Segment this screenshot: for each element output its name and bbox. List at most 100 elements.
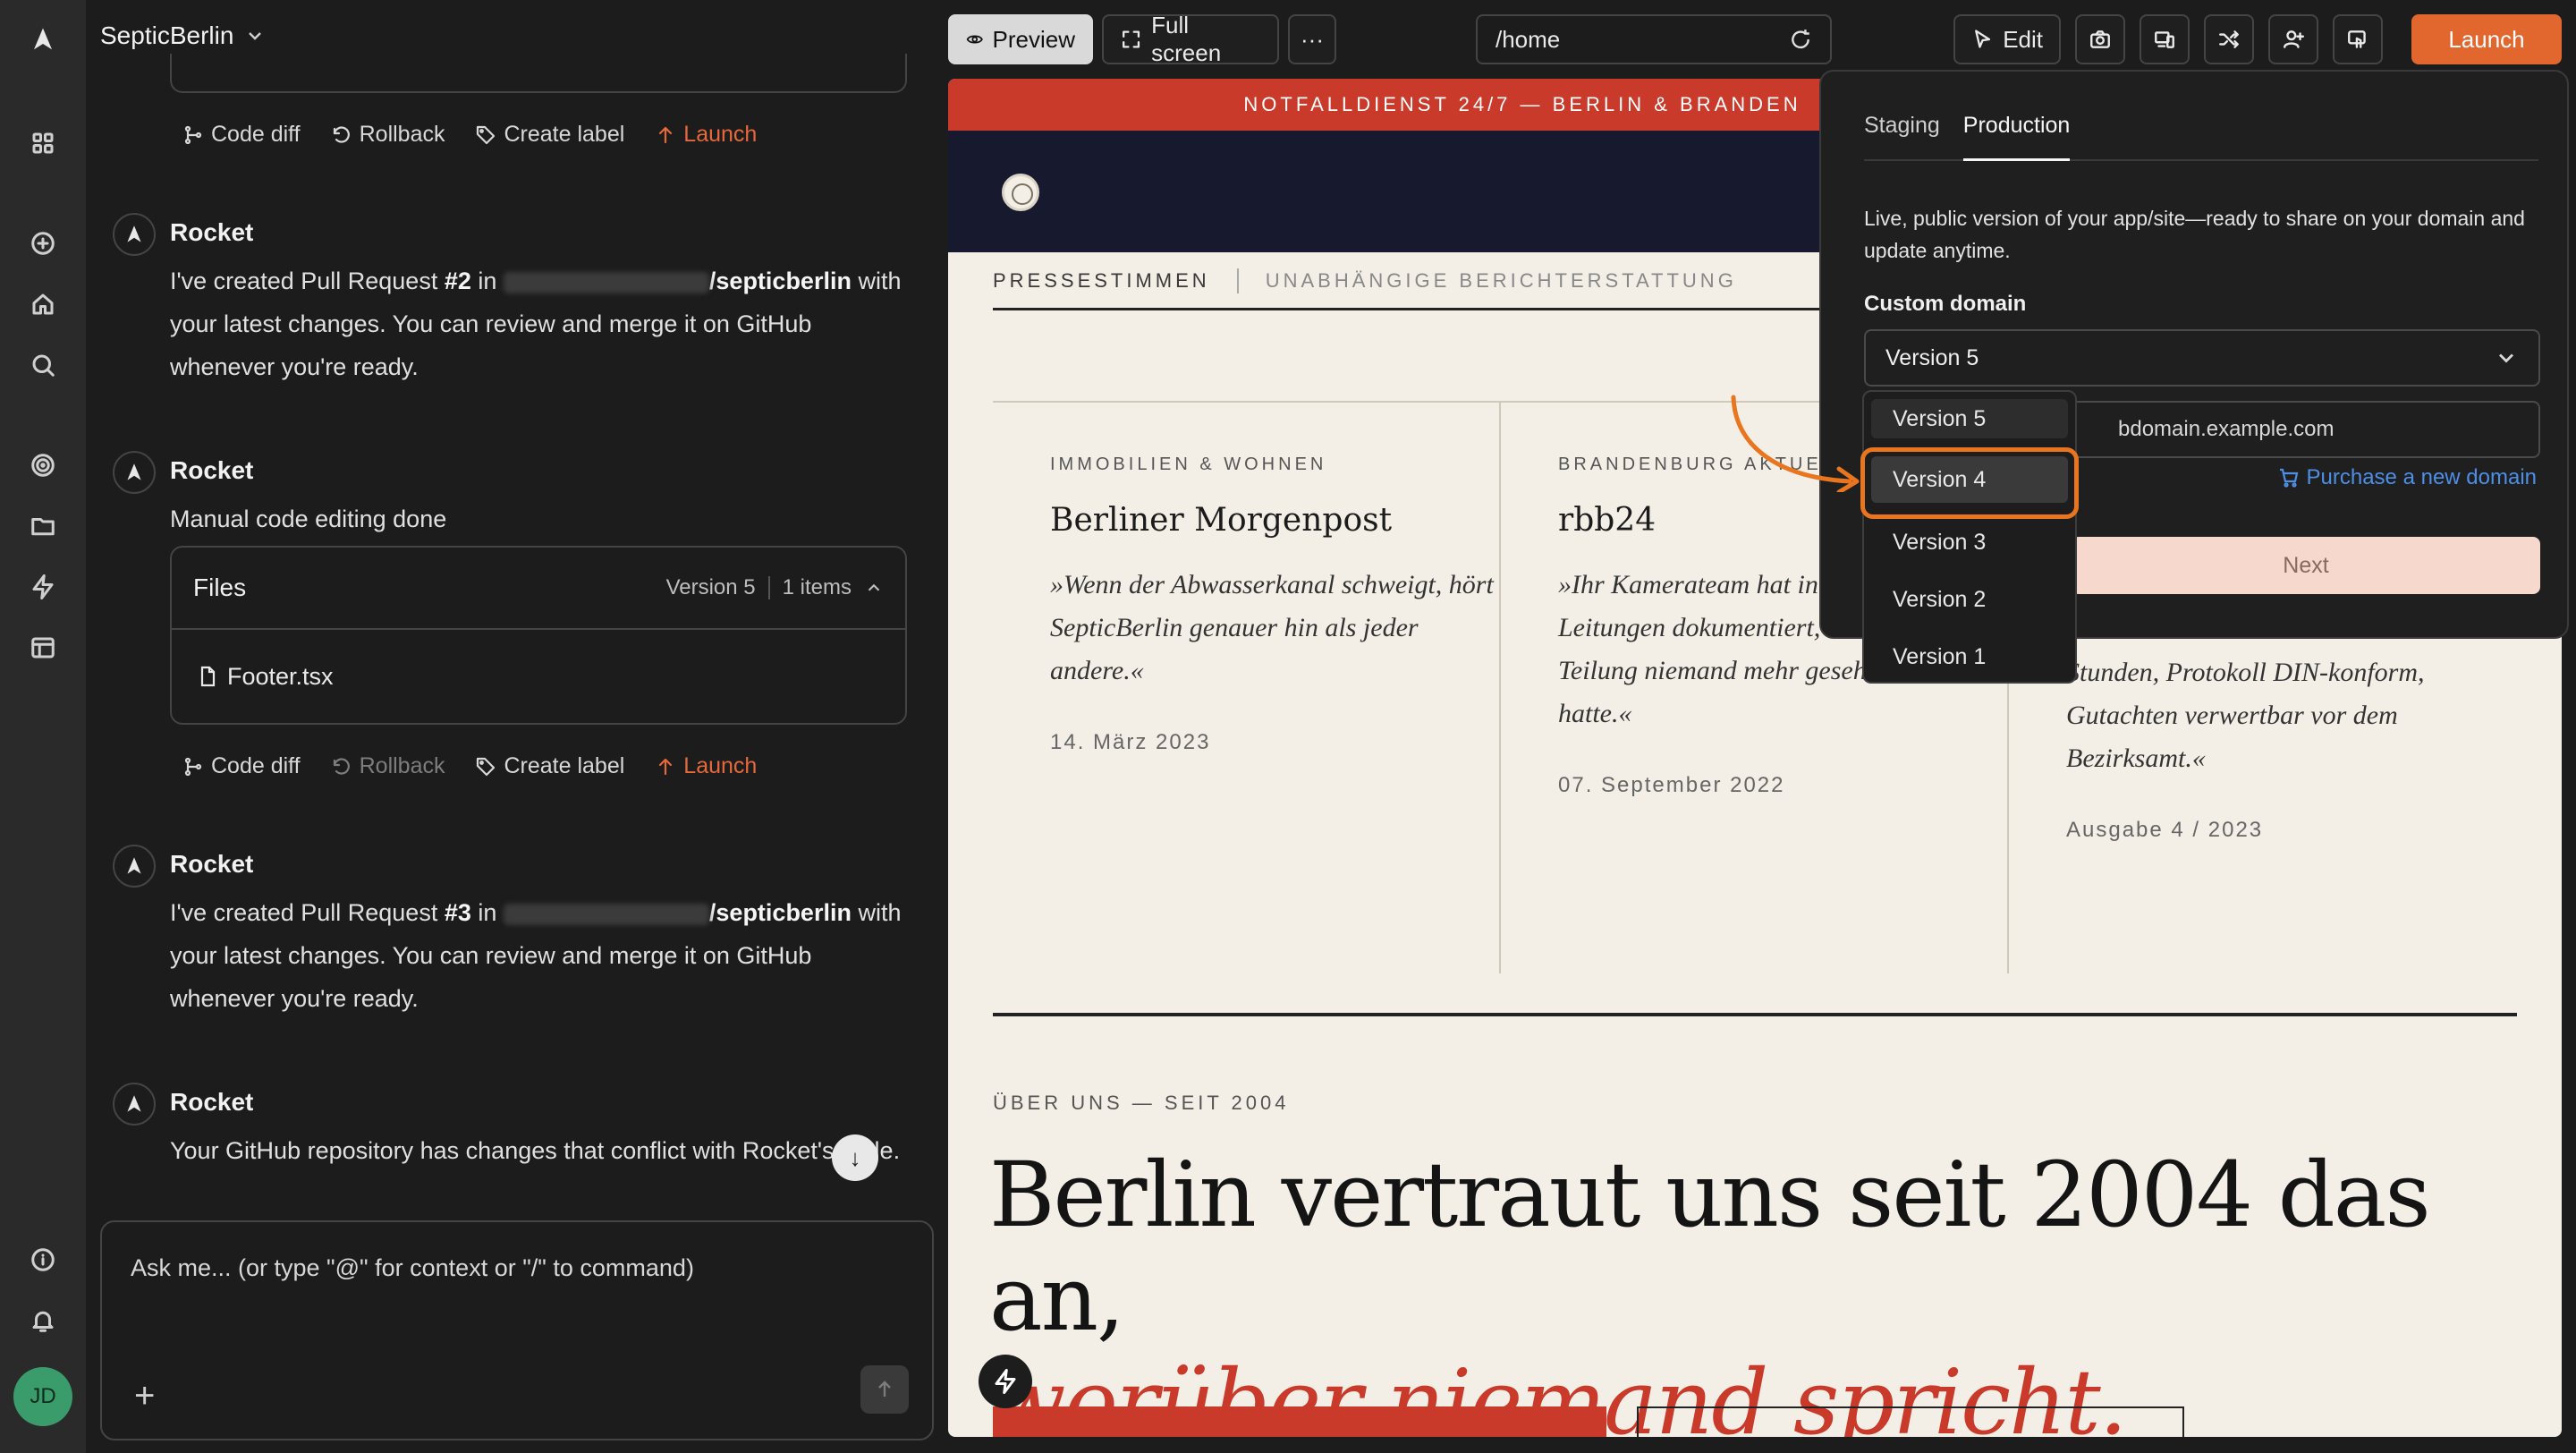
icon-rail: JD — [0, 0, 86, 1453]
repo-name[interactable]: /septicberlin — [709, 268, 852, 294]
site-logo-icon[interactable] — [1002, 174, 1039, 211]
launch-link-label: Launch — [683, 122, 758, 147]
secondary-cta-button[interactable] — [1637, 1406, 2184, 1437]
target-icon[interactable] — [25, 447, 61, 483]
undo-icon — [333, 125, 350, 143]
quote-date: 07. September 2022 — [1558, 773, 1785, 797]
info-icon[interactable] — [25, 1242, 61, 1278]
rollback-button[interactable]: Rollback — [331, 122, 445, 148]
code-diff-button[interactable]: Code diff — [182, 122, 301, 148]
selected-version: Version 5 — [1885, 344, 1979, 370]
avatar[interactable]: JD — [13, 1367, 72, 1426]
quick-actions-button[interactable] — [979, 1355, 1032, 1408]
project-switcher[interactable]: SepticBerlin — [100, 21, 266, 50]
launch-link[interactable]: Launch — [655, 122, 757, 148]
previous-card-edge — [170, 54, 907, 93]
rocket-avatar-icon — [113, 1083, 156, 1126]
next-label: Next — [2283, 552, 2329, 578]
bolt-icon[interactable] — [25, 569, 61, 605]
deploy-tabs: Staging Production — [1864, 111, 2538, 161]
quote-date: Ausgabe 4 / 2023 — [2066, 818, 2264, 842]
launch-link[interactable]: Launch — [655, 753, 757, 779]
launch-label: Launch — [2448, 25, 2525, 53]
message-text-pre: I've created Pull Request — [170, 899, 445, 926]
divider — [1499, 401, 1501, 973]
chat-composer[interactable]: Ask me... (or type "@" for context or "/… — [100, 1220, 934, 1440]
arrow-up-icon — [659, 126, 673, 143]
create-label-text: Create label — [504, 753, 625, 778]
message-text: Your GitHub repository has changes that … — [170, 1137, 901, 1164]
banner-text: NOTFALLDIENST 24/7 — BERLIN & BRANDEN — [1243, 93, 1801, 115]
version-option[interactable]: Version 5 — [1871, 399, 2068, 438]
launch-link-label: Launch — [683, 753, 758, 778]
code-diff-button[interactable]: Code diff — [182, 753, 301, 779]
version-option[interactable]: Version 1 — [1871, 628, 2068, 685]
create-label-button[interactable]: Create label — [475, 753, 624, 779]
send-button[interactable] — [860, 1365, 909, 1414]
bell-icon[interactable] — [25, 1303, 61, 1338]
version-option[interactable]: Version 2 — [1871, 571, 2068, 628]
message-author: Rocket — [170, 456, 254, 484]
url-bar[interactable]: /home — [1476, 14, 1832, 64]
responsive-button[interactable] — [2140, 14, 2190, 64]
user-plus-icon — [2284, 30, 2305, 48]
redacted-owner — [503, 271, 709, 293]
edit-button[interactable]: Edit — [1953, 14, 2061, 64]
message-author: Rocket — [170, 850, 254, 878]
tab-staging[interactable]: Staging — [1864, 111, 1940, 161]
version-select[interactable]: Version 5 — [1864, 329, 2540, 387]
preview-button[interactable]: Preview — [948, 14, 1093, 64]
deploy-options-button[interactable] — [2333, 14, 2383, 64]
divider — [993, 308, 1937, 310]
version-option[interactable]: Version 4 — [1871, 456, 2068, 503]
version-option[interactable]: Version 3 — [1871, 514, 2068, 571]
folder-icon[interactable] — [25, 508, 61, 544]
more-button[interactable]: ··· — [1288, 14, 1336, 64]
rocket-avatar-icon — [113, 213, 156, 256]
about-headline: Berlin vertraut uns seit 2004 das an, wo… — [989, 1143, 2546, 1438]
expand-icon — [1123, 30, 1140, 48]
next-button[interactable]: Next — [2072, 537, 2540, 594]
full-screen-button[interactable]: Full screen — [1102, 12, 1279, 66]
file-name: Footer.tsx — [227, 662, 334, 690]
chevron-up-icon[interactable] — [864, 578, 884, 598]
add-context-icon[interactable]: + — [134, 1378, 155, 1414]
grid-icon[interactable] — [25, 125, 61, 161]
shuffle-button[interactable] — [2204, 14, 2254, 64]
version-dropdown: Version 5 Version 4 Version 3 Version 2 … — [1862, 390, 2077, 684]
tab-production[interactable]: Production — [1962, 111, 2071, 161]
code-diff-label: Code diff — [211, 122, 301, 147]
files-version: Version 5 — [665, 575, 756, 599]
layout-icon[interactable] — [25, 630, 61, 666]
redacted-owner — [503, 903, 709, 925]
refresh-icon[interactable] — [1789, 28, 1812, 51]
project-name: SepticBerlin — [100, 21, 234, 49]
files-count: 1 items — [782, 575, 852, 599]
logo-icon[interactable] — [25, 21, 61, 57]
domain-input-placeholder: bdomain.example.com — [2118, 417, 2334, 441]
press-quote: Stunden, Protokoll DIN-konform, Gutachte… — [2066, 651, 2478, 843]
repo-name[interactable]: /septicberlin — [709, 899, 852, 926]
press-subtitle: UNABHÄNGIGE BERICHTERSTATTUNG — [1265, 269, 1737, 292]
invite-user-button[interactable] — [2268, 14, 2318, 64]
press-title: PRESSESTIMMEN — [993, 269, 1210, 292]
files-title: Files — [193, 574, 247, 601]
divider — [993, 401, 1937, 403]
primary-cta-button[interactable] — [993, 1406, 1606, 1437]
press-header: PRESSESTIMMEN UNABHÄNGIGE BERICHTERSTATT… — [993, 268, 1737, 293]
scroll-down-button[interactable]: ↓ — [832, 1134, 878, 1181]
screenshot-button[interactable] — [2075, 14, 2125, 64]
file-icon — [200, 666, 216, 687]
camera-icon — [2090, 30, 2110, 48]
home-icon[interactable] — [25, 286, 61, 322]
files-card-header[interactable]: Files Version 5 1 items — [172, 548, 905, 630]
launch-button[interactable]: Launch — [2411, 14, 2562, 64]
purchase-domain-link[interactable]: Purchase a new domain — [2278, 465, 2537, 490]
plus-circle-icon[interactable] — [25, 225, 61, 261]
eye-icon — [966, 35, 983, 44]
rollback-button[interactable]: Rollback — [331, 753, 445, 779]
message-text: I've created Pull Request #3 in /septicb… — [170, 891, 912, 1020]
search-icon[interactable] — [25, 347, 61, 383]
create-label-button[interactable]: Create label — [475, 122, 624, 148]
file-item[interactable]: Footer.tsx — [172, 630, 905, 723]
